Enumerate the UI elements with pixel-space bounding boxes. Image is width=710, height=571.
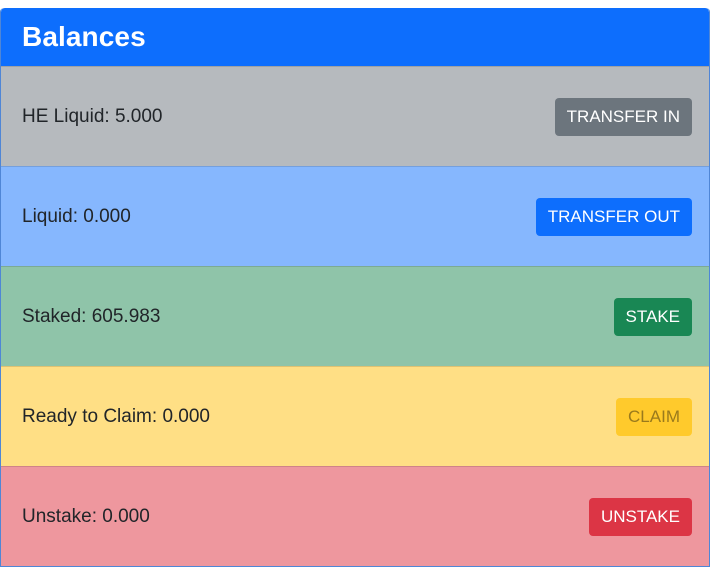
balance-row-liquid: Liquid: 0.000 TRANSFER OUT	[1, 166, 709, 266]
page-title: Balances	[22, 21, 146, 52]
liquid-balance: Liquid: 0.000	[22, 205, 131, 227]
transfer-in-button[interactable]: TRANSFER IN	[554, 97, 692, 136]
staked-balance: Staked: 605.983	[22, 305, 161, 327]
balance-row-ready-to-claim: Ready to Claim: 0.000 CLAIM	[1, 366, 709, 466]
balances-card: Balances HE Liquid: 5.000 TRANSFER IN Li…	[0, 8, 710, 567]
card-header: Balances	[1, 8, 709, 66]
he-liquid-balance: HE Liquid: 5.000	[22, 105, 163, 127]
claim-button[interactable]: CLAIM	[616, 397, 692, 436]
stake-button[interactable]: STAKE	[613, 297, 692, 336]
unstake-button[interactable]: UNSTAKE	[588, 497, 692, 536]
transfer-out-button[interactable]: TRANSFER OUT	[535, 197, 692, 236]
balance-row-he-liquid: HE Liquid: 5.000 TRANSFER IN	[1, 66, 709, 166]
ready-to-claim-balance: Ready to Claim: 0.000	[22, 405, 210, 427]
unstake-balance: Unstake: 0.000	[22, 505, 150, 527]
balance-row-unstake: Unstake: 0.000 UNSTAKE	[1, 466, 709, 566]
balance-row-staked: Staked: 605.983 STAKE	[1, 266, 709, 366]
